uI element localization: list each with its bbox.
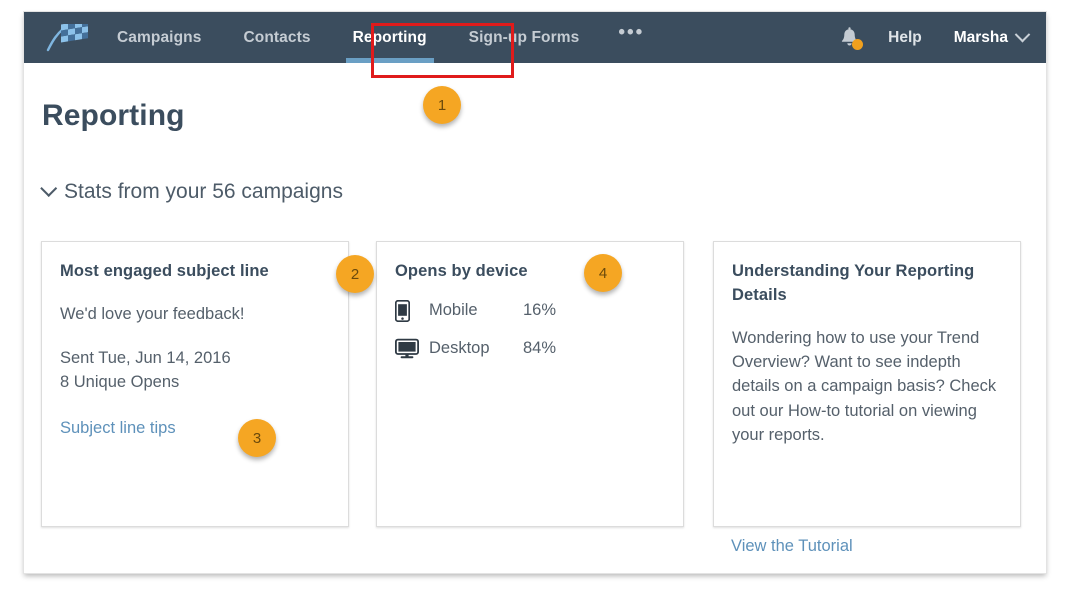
mobile-phone-icon [395,299,429,322]
most-engaged-subject-line-card: Most engaged subject line We'd love your… [41,241,349,527]
view-tutorial-link[interactable]: View the Tutorial [731,537,853,555]
device-value-mobile: 16% [523,301,557,320]
primary-nav-links: Campaigns Contacts Reporting Sign-up For… [96,12,660,63]
annotation-badge-1: 1 [423,86,461,124]
subject-line-tips-link[interactable]: Subject line tips [60,419,176,438]
checkered-flag-logo-icon[interactable] [38,23,96,52]
page-title: Reporting [42,99,185,132]
app-window: Campaigns Contacts Reporting Sign-up For… [23,11,1047,574]
subject-line-tips-row: Subject line tips [60,419,330,438]
nav-overflow-ellipsis-icon[interactable]: ••• [600,23,660,48]
card-title-understanding: Understanding Your Reporting Details [732,262,975,304]
nav-tab-contacts[interactable]: Contacts [222,12,331,63]
understanding-reporting-details-card: Understanding Your Reporting Details Won… [713,241,1021,527]
nav-user-menu[interactable]: Marsha [938,26,1032,47]
view-tutorial-link-wrapper: View the Tutorial [731,537,853,556]
notification-badge-dot [852,38,864,50]
subject-line-meta: Sent Tue, Jun 14, 2016 8 Unique Opens [60,346,330,395]
card-title-opens-by-device: Opens by device [395,262,528,280]
notification-bell-icon[interactable] [832,21,866,55]
nav-right-group: Help Marsha [832,12,1046,63]
subject-line-value: We'd love your feedback! [60,304,245,323]
nav-user-name: Marsha [953,28,1008,46]
device-row-desktop: Desktop 84% [395,338,665,359]
subject-line-sent-date: Sent Tue, Jun 14, 2016 [60,349,231,368]
chevron-down-icon [40,179,58,197]
nav-help-link[interactable]: Help [866,29,938,47]
top-navigation-bar: Campaigns Contacts Reporting Sign-up For… [24,12,1046,63]
opens-by-device-card: Opens by device Mobile 16% Desktop 84% [376,241,684,527]
stats-summary-toggle[interactable]: Stats from your 56 campaigns [40,179,343,204]
understanding-body-text: Wondering how to use your Trend Overview… [732,328,997,444]
device-value-desktop: 84% [523,338,557,357]
device-row-mobile: Mobile 16% [395,299,665,322]
device-label-desktop: Desktop [429,338,490,357]
desktop-monitor-icon [395,338,429,359]
nav-tab-reporting[interactable]: Reporting [332,12,448,63]
nav-tab-signup-forms[interactable]: Sign-up Forms [448,12,601,63]
device-label-mobile: Mobile [429,301,478,320]
chevron-down-icon [1014,26,1031,43]
annotation-badge-4: 4 [584,254,622,292]
page-content: Reporting Stats from your 56 campaigns M… [24,63,1046,573]
stats-summary-label: Stats from your 56 campaigns [64,180,343,203]
subject-line-unique-opens: 8 Unique Opens [60,373,180,392]
card-title-subject-line: Most engaged subject line [60,262,269,280]
annotation-badge-2: 2 [336,255,374,293]
annotation-badge-3: 3 [238,419,276,457]
nav-tab-campaigns[interactable]: Campaigns [96,12,222,63]
